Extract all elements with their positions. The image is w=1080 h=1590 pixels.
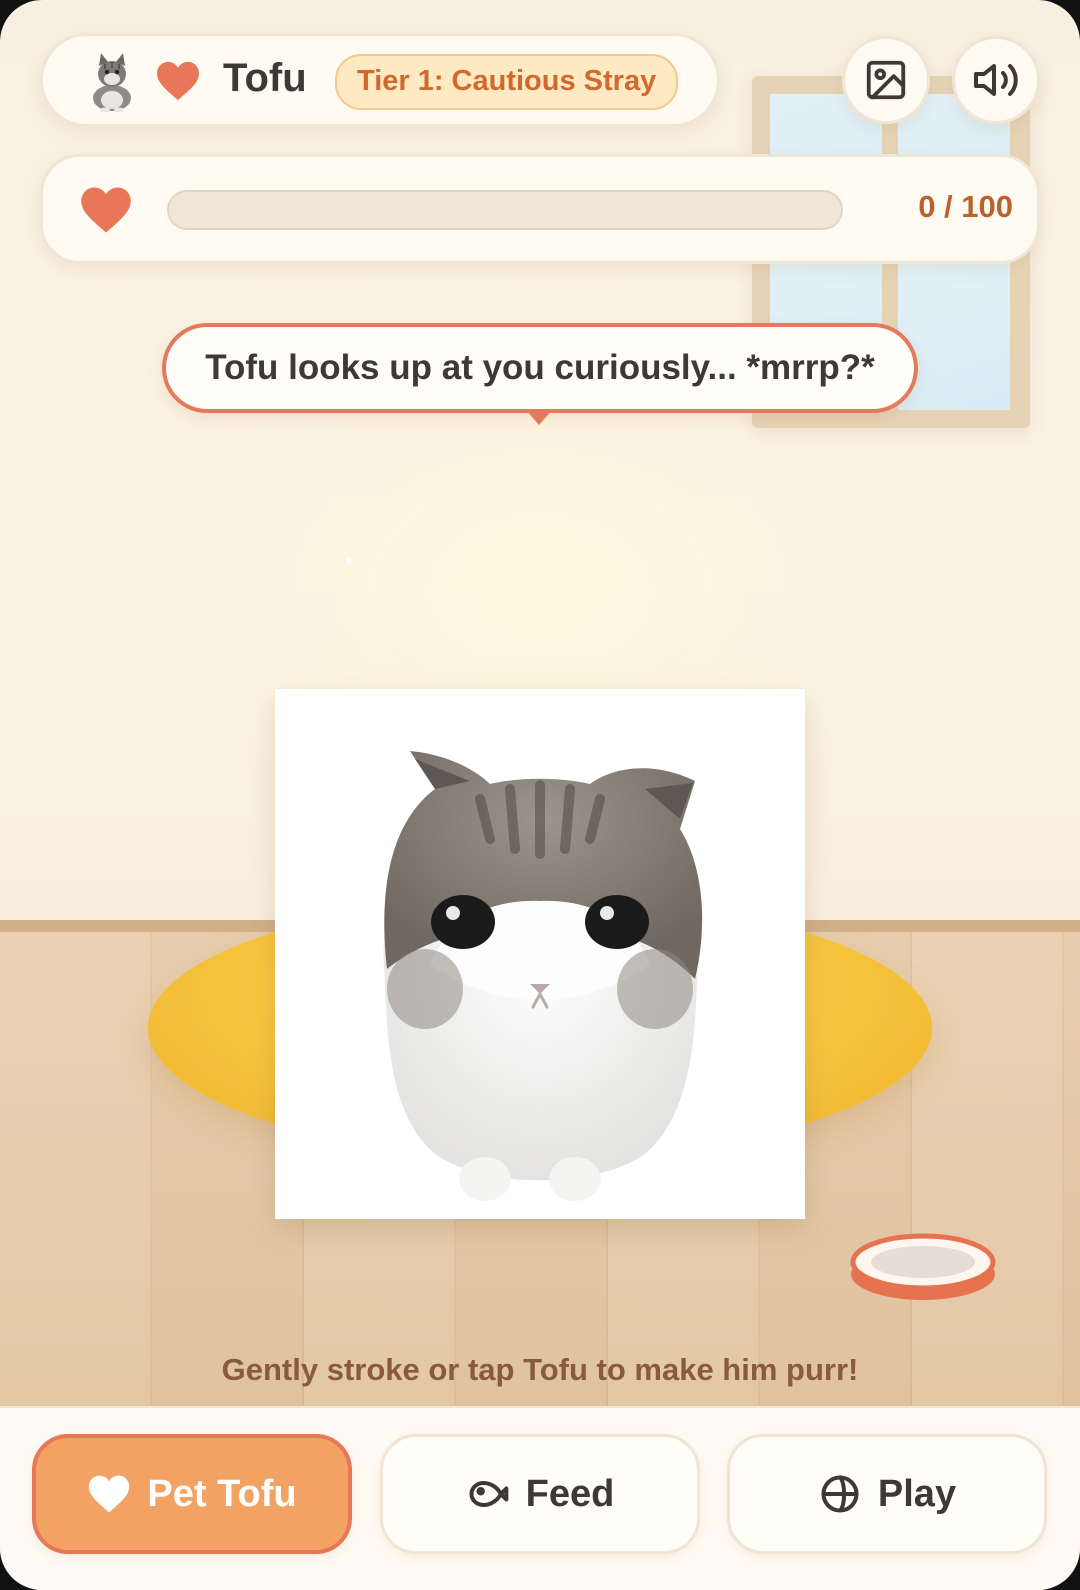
- tier-badge: Tier 1: Cautious Stray: [335, 54, 679, 110]
- fish-icon: [469, 1480, 508, 1508]
- feed-button[interactable]: Feed: [380, 1434, 700, 1554]
- pet-header: Tofu Tier 1: Cautious Stray: [40, 33, 720, 127]
- cat-tofu[interactable]: [275, 689, 805, 1219]
- affection-meter: 0 / 100: [40, 154, 1040, 264]
- game-screen: Tofu Tier 1: Cautious Stray 0 / 100 Tofu…: [0, 0, 1080, 1590]
- sparkle: [346, 558, 352, 564]
- pet-button[interactable]: Pet Tofu: [32, 1434, 352, 1554]
- speech-bubble: Tofu looks up at you curiously... *mrrp?…: [162, 323, 918, 413]
- cat-illustration: [383, 751, 703, 1201]
- affection-progress-bar: [167, 190, 843, 230]
- affection-value: 0 / 100: [918, 189, 1013, 224]
- pet-button-label: Pet Tofu: [147, 1472, 297, 1515]
- heart-icon: [81, 187, 131, 233]
- ball-icon: [821, 1475, 859, 1513]
- heart-icon: [157, 61, 199, 101]
- food-bowl: [850, 1233, 996, 1300]
- play-button[interactable]: Play: [727, 1434, 1047, 1554]
- image-icon: [866, 60, 906, 100]
- sound-toggle-button[interactable]: [952, 36, 1040, 124]
- gallery-button[interactable]: [842, 36, 930, 124]
- speech-bubble-tail: [525, 409, 553, 425]
- heart-icon: [89, 1475, 130, 1513]
- action-bar: Pet Tofu Feed Play: [0, 1406, 1080, 1590]
- instruction-hint: Gently stroke or tap Tofu to make him pu…: [221, 1352, 859, 1387]
- pet-name: Tofu: [223, 56, 307, 100]
- speaker-icon: [974, 64, 1018, 96]
- cat-avatar-icon: [93, 53, 131, 112]
- play-button-label: Play: [877, 1472, 957, 1515]
- feed-button-label: Feed: [525, 1472, 615, 1515]
